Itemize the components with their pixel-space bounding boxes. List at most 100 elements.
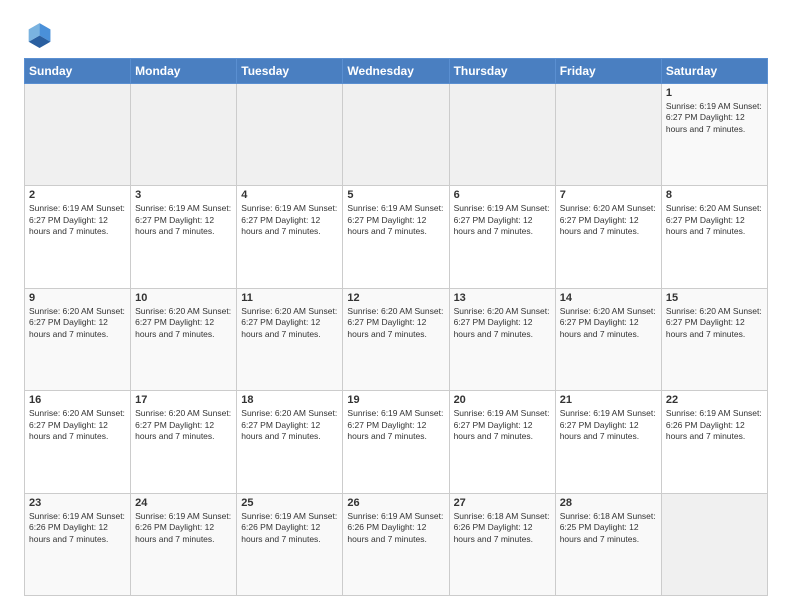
day-cell: 11Sunrise: 6:20 AM Sunset: 6:27 PM Dayli… [237, 288, 343, 390]
week-row-3: 9 Sunrise: 6:20 AM Sunset: 6:27 PM Daylig… [25, 288, 768, 390]
day-cell: 26 Sunrise: 6:19 AM Sunset: 6:26 PM Dayli… [343, 493, 449, 595]
weekday-header-row: SundayMondayTuesdayWednesdayThursdayFrid… [25, 59, 768, 84]
day-info: Sunrise: 6:19 AM Sunset: 6:27 PM Dayligh… [454, 408, 551, 442]
day-number: 24 [135, 497, 232, 509]
day-number: 21 [560, 394, 657, 406]
day-number: 22 [666, 394, 763, 406]
day-info: Sunrise: 6:19 AM Sunset: 6:27 PM Dayligh… [454, 203, 551, 237]
day-cell: 9 Sunrise: 6:20 AM Sunset: 6:27 PM Daylig… [25, 288, 131, 390]
weekday-header-saturday: Saturday [661, 59, 767, 84]
week-row-5: 23 Sunrise: 6:19 AM Sunset: 6:26 PM Dayli… [25, 493, 768, 595]
logo-icon [24, 20, 52, 48]
day-cell: 6 Sunrise: 6:19 AM Sunset: 6:27 PM Daylig… [449, 186, 555, 288]
day-cell: 3Sunrise: 6:19 AM Sunset: 6:27 PM Daylig… [131, 186, 237, 288]
day-number: 15 [666, 292, 763, 304]
day-info: Sunrise: 6:19 AM Sunset: 6:26 PM Dayligh… [241, 511, 338, 545]
day-cell: 12 Sunrise: 6:20 AM Sunset: 6:27 PM Dayli… [343, 288, 449, 390]
day-info: Sunrise: 6:19 AM Sunset: 6:27 PM Dayligh… [347, 408, 444, 442]
day-info: Sunrise: 6:20 AM Sunset: 6:27 PM Dayligh… [454, 306, 551, 340]
day-number: 4 [241, 189, 338, 201]
day-cell [449, 84, 555, 186]
day-info: Sunrise: 6:20 AM Sunset: 6:27 PM Dayligh… [135, 306, 232, 340]
day-cell [555, 84, 661, 186]
day-cell: 19 Sunrise: 6:19 AM Sunset: 6:27 PM Dayli… [343, 391, 449, 493]
day-cell: 10 Sunrise: 6:20 AM Sunset: 6:27 PM Dayli… [131, 288, 237, 390]
day-info: Sunrise: 6:19 AM Sunset: 6:27 PM Dayligh… [241, 203, 338, 237]
day-number: 5 [347, 189, 444, 201]
weekday-header-wednesday: Wednesday [343, 59, 449, 84]
day-number: 18 [241, 394, 338, 406]
day-info: Sunrise: 6:20 AM Sunset: 6:27 PM Dayligh… [241, 306, 338, 340]
day-info: Sunrise: 6:20 AM Sunset: 6:27 PM Dayligh… [29, 408, 126, 442]
day-cell: 23 Sunrise: 6:19 AM Sunset: 6:26 PM Dayli… [25, 493, 131, 595]
day-cell [343, 84, 449, 186]
day-info: Sunrise: 6:19 AM Sunset: 6:26 PM Dayligh… [666, 408, 763, 442]
weekday-header-sunday: Sunday [25, 59, 131, 84]
day-number: 9 [29, 292, 126, 304]
day-cell: 1Sunrise: 6:19 AM Sunset: 6:27 PM Daylig… [661, 84, 767, 186]
day-info: Sunrise: 6:18 AM Sunset: 6:25 PM Dayligh… [560, 511, 657, 545]
day-cell: 21 Sunrise: 6:19 AM Sunset: 6:27 PM Dayli… [555, 391, 661, 493]
day-info: Sunrise: 6:19 AM Sunset: 6:27 PM Dayligh… [135, 203, 232, 237]
day-cell: 25 Sunrise: 6:19 AM Sunset: 6:26 PM Dayli… [237, 493, 343, 595]
day-number: 13 [454, 292, 551, 304]
day-cell [661, 493, 767, 595]
week-row-2: 2 Sunrise: 6:19 AM Sunset: 6:27 PM Daylig… [25, 186, 768, 288]
day-cell [237, 84, 343, 186]
day-info: Sunrise: 6:20 AM Sunset: 6:27 PM Dayligh… [560, 306, 657, 340]
day-number: 25 [241, 497, 338, 509]
day-info: Sunrise: 6:20 AM Sunset: 6:27 PM Dayligh… [241, 408, 338, 442]
day-number: 14 [560, 292, 657, 304]
day-info: Sunrise: 6:20 AM Sunset: 6:27 PM Dayligh… [560, 203, 657, 237]
day-info: Sunrise: 6:19 AM Sunset: 6:27 PM Dayligh… [560, 408, 657, 442]
day-info: Sunrise: 6:18 AM Sunset: 6:26 PM Dayligh… [454, 511, 551, 545]
day-cell: 20 Sunrise: 6:19 AM Sunset: 6:27 PM Dayli… [449, 391, 555, 493]
day-number: 19 [347, 394, 444, 406]
day-number: 26 [347, 497, 444, 509]
day-info: Sunrise: 6:20 AM Sunset: 6:27 PM Dayligh… [347, 306, 444, 340]
day-cell: 15 Sunrise: 6:20 AM Sunset: 6:27 PM Dayli… [661, 288, 767, 390]
day-cell: 16Sunrise: 6:20 AM Sunset: 6:27 PM Dayli… [25, 391, 131, 493]
day-cell: 4 Sunrise: 6:19 AM Sunset: 6:27 PM Daylig… [237, 186, 343, 288]
day-cell: 17Sunrise: 6:20 AM Sunset: 6:27 PM Dayli… [131, 391, 237, 493]
day-info: Sunrise: 6:20 AM Sunset: 6:27 PM Dayligh… [29, 306, 126, 340]
day-cell: 28 Sunrise: 6:18 AM Sunset: 6:25 PM Dayli… [555, 493, 661, 595]
day-info: Sunrise: 6:19 AM Sunset: 6:26 PM Dayligh… [29, 511, 126, 545]
logo [24, 20, 56, 48]
weekday-header-thursday: Thursday [449, 59, 555, 84]
day-number: 8 [666, 189, 763, 201]
day-cell: 2 Sunrise: 6:19 AM Sunset: 6:27 PM Daylig… [25, 186, 131, 288]
day-number: 7 [560, 189, 657, 201]
day-number: 23 [29, 497, 126, 509]
week-row-4: 16Sunrise: 6:20 AM Sunset: 6:27 PM Dayli… [25, 391, 768, 493]
day-cell: 7 Sunrise: 6:20 AM Sunset: 6:27 PM Daylig… [555, 186, 661, 288]
day-cell: 27 Sunrise: 6:18 AM Sunset: 6:26 PM Dayli… [449, 493, 555, 595]
day-info: Sunrise: 6:20 AM Sunset: 6:27 PM Dayligh… [666, 203, 763, 237]
day-info: Sunrise: 6:19 AM Sunset: 6:27 PM Dayligh… [29, 203, 126, 237]
day-number: 2 [29, 189, 126, 201]
calendar-table: SundayMondayTuesdayWednesdayThursdayFrid… [24, 58, 768, 596]
day-number: 12 [347, 292, 444, 304]
weekday-header-friday: Friday [555, 59, 661, 84]
day-number: 10 [135, 292, 232, 304]
day-cell [131, 84, 237, 186]
day-number: 1 [666, 87, 763, 99]
weekday-header-tuesday: Tuesday [237, 59, 343, 84]
day-cell: 18 Sunrise: 6:20 AM Sunset: 6:27 PM Dayli… [237, 391, 343, 493]
day-number: 6 [454, 189, 551, 201]
day-number: 20 [454, 394, 551, 406]
day-number: 28 [560, 497, 657, 509]
page: SundayMondayTuesdayWednesdayThursdayFrid… [0, 0, 792, 612]
day-cell: 22 Sunrise: 6:19 AM Sunset: 6:26 PM Dayli… [661, 391, 767, 493]
day-info: Sunrise: 6:19 AM Sunset: 6:26 PM Dayligh… [347, 511, 444, 545]
day-cell: 24Sunrise: 6:19 AM Sunset: 6:26 PM Dayli… [131, 493, 237, 595]
day-info: Sunrise: 6:19 AM Sunset: 6:27 PM Dayligh… [347, 203, 444, 237]
day-info: Sunrise: 6:20 AM Sunset: 6:27 PM Dayligh… [666, 306, 763, 340]
day-number: 17 [135, 394, 232, 406]
day-cell [25, 84, 131, 186]
weekday-header-monday: Monday [131, 59, 237, 84]
day-number: 27 [454, 497, 551, 509]
week-row-1: 1Sunrise: 6:19 AM Sunset: 6:27 PM Daylig… [25, 84, 768, 186]
day-cell: 8 Sunrise: 6:20 AM Sunset: 6:27 PM Daylig… [661, 186, 767, 288]
day-cell: 5 Sunrise: 6:19 AM Sunset: 6:27 PM Daylig… [343, 186, 449, 288]
